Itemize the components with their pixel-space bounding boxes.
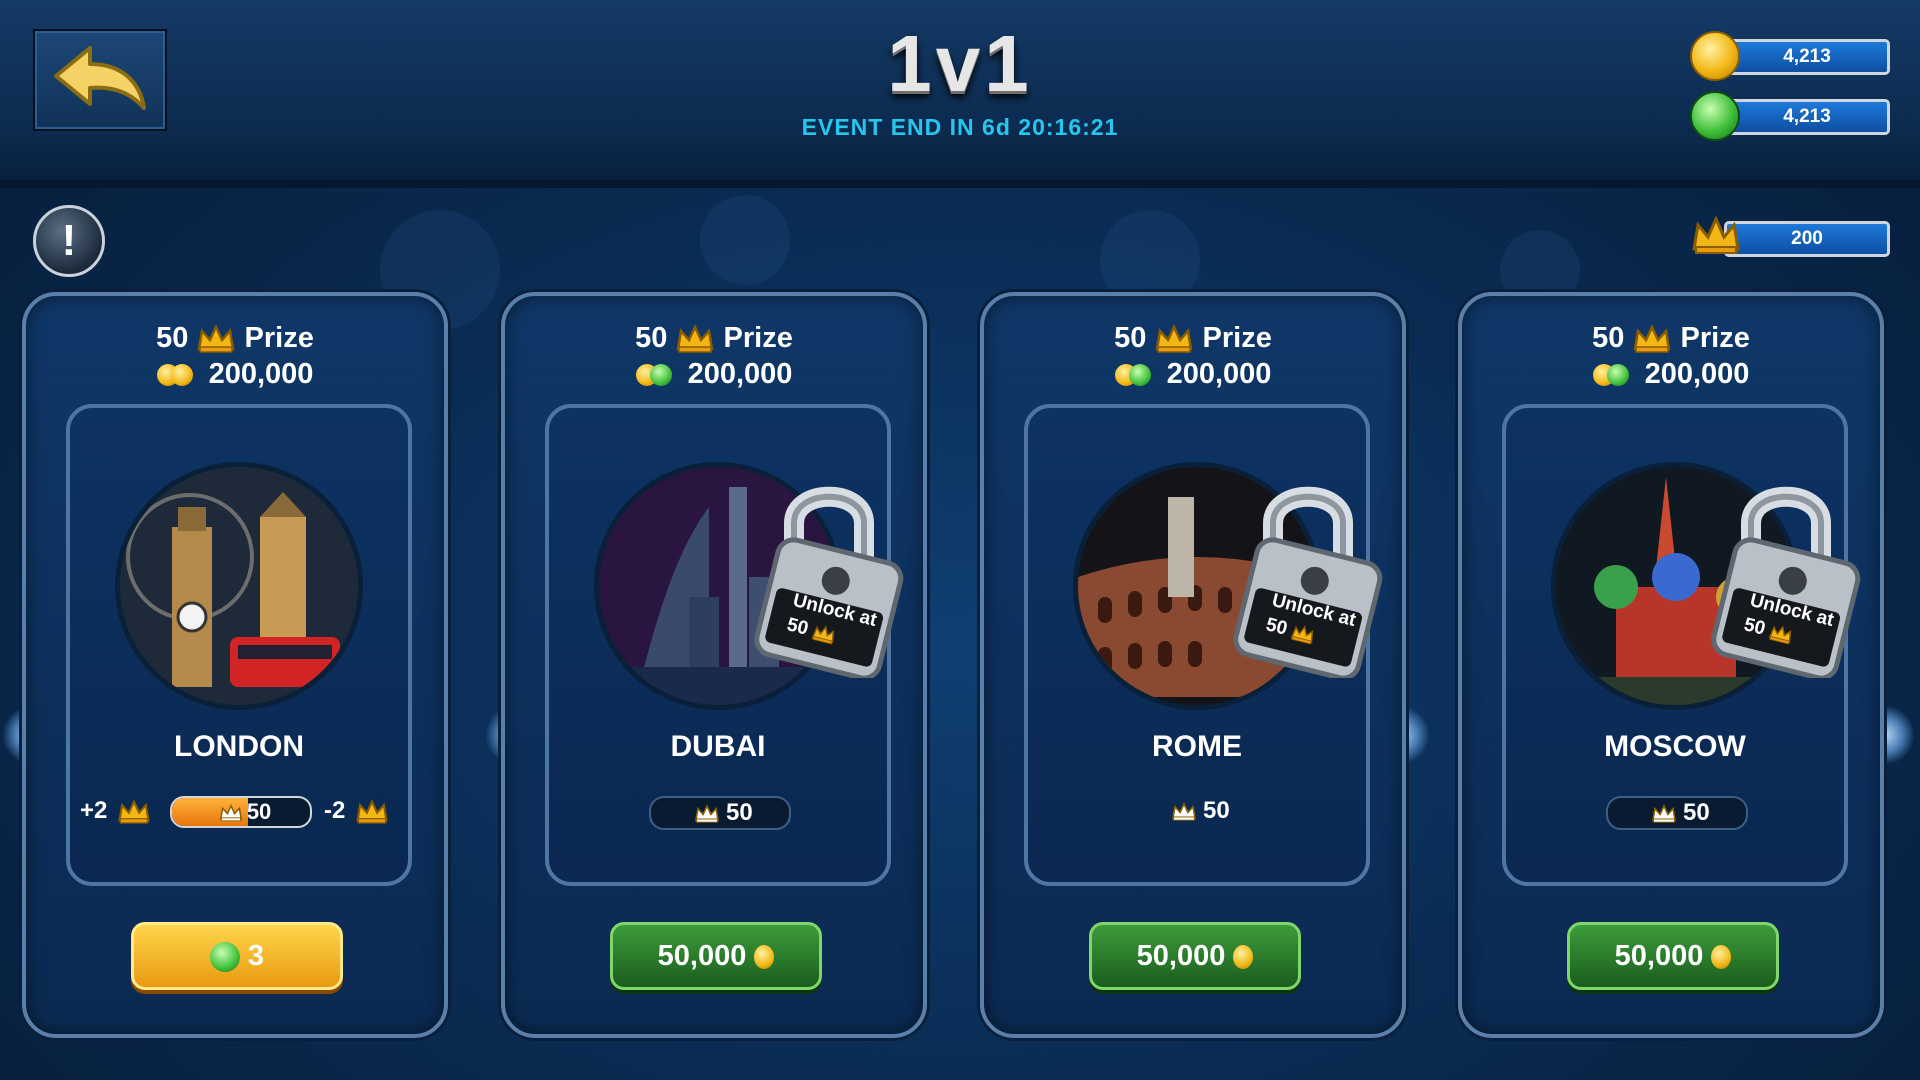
event-card-moscow[interactable]: 50 Prize 200,000 MOSCOW Unlock at 50 50 … bbox=[1458, 292, 1884, 1038]
crown-loss-value: -2 bbox=[324, 797, 346, 824]
city-name: MOSCOW bbox=[1604, 730, 1746, 763]
event-timer: EVENT END IN 6d 20:16:21 bbox=[801, 114, 1119, 140]
crown-icon bbox=[117, 798, 151, 824]
event-card-london[interactable]: 50 Prize 200,000 LONDON +2 50 -2 3 bbox=[22, 292, 448, 1038]
crown-icon bbox=[694, 803, 720, 823]
prize-crowns-row: 50 Prize bbox=[1462, 322, 1880, 355]
coins-icon bbox=[635, 363, 672, 387]
prize-amount-row: 200,000 bbox=[1462, 358, 1880, 391]
exclamation-icon: ! bbox=[61, 216, 77, 265]
prize-label: Prize bbox=[1202, 322, 1272, 354]
padlock-icon: Unlock at 50 bbox=[1711, 468, 1861, 681]
coin-icon bbox=[1233, 945, 1254, 970]
crown-requirement-value: 50 bbox=[1202, 797, 1230, 824]
prize-amount: 200,000 bbox=[1644, 358, 1750, 390]
prize-label: Prize bbox=[723, 322, 793, 354]
unlock-value: 50 bbox=[1263, 614, 1290, 640]
crown-requirement-value: 50 bbox=[725, 799, 753, 826]
crown-gain: +2 bbox=[80, 796, 154, 827]
coin-icon bbox=[754, 945, 775, 970]
info-button[interactable]: ! bbox=[33, 205, 105, 277]
coin-balance[interactable]: 4,213 bbox=[1690, 31, 1890, 81]
crown-requirement-value: 50 bbox=[1682, 799, 1710, 826]
coin-balance-value: 4,213 bbox=[1724, 39, 1890, 75]
play-button-cost: 50,000 bbox=[1614, 940, 1704, 972]
city-name: ROME bbox=[1152, 730, 1242, 763]
crown-requirement: 50 bbox=[649, 796, 791, 830]
play-button-cost: 3 bbox=[247, 940, 265, 972]
prize-crowns-row: 50 Prize bbox=[984, 322, 1402, 355]
city-name: LONDON bbox=[174, 730, 304, 763]
prize-amount-row: 200,000 bbox=[26, 358, 444, 391]
prize-crowns: 50 bbox=[635, 322, 668, 354]
crown-icon bbox=[1651, 803, 1677, 823]
coins-icon bbox=[1114, 363, 1151, 387]
page-title: 1v1 bbox=[887, 19, 1033, 108]
city-panel: DUBAI Unlock at 50 50 bbox=[545, 404, 904, 886]
crown-icon bbox=[675, 322, 715, 354]
coins-icon bbox=[156, 363, 193, 387]
city-panel: MOSCOW Unlock at 50 50 bbox=[1502, 404, 1861, 886]
padlock-icon: Unlock at 50 bbox=[754, 468, 904, 681]
coin-icon bbox=[1711, 945, 1732, 970]
crown-icon bbox=[1171, 801, 1197, 821]
prize-crowns: 50 bbox=[1114, 322, 1147, 354]
gem-balance-value: 4,213 bbox=[1724, 99, 1890, 135]
prize-amount: 200,000 bbox=[1166, 358, 1272, 390]
background-bokeh bbox=[700, 195, 790, 285]
prize-crowns: 50 bbox=[1592, 322, 1625, 354]
event-card-dubai[interactable]: 50 Prize 200,000 DUBAI Unlock at 50 50 5… bbox=[501, 292, 927, 1038]
crown-icon bbox=[1290, 623, 1318, 646]
crown-icon bbox=[811, 623, 839, 646]
prize-crowns: 50 bbox=[156, 322, 189, 354]
prize-label: Prize bbox=[1680, 322, 1750, 354]
play-button[interactable]: 50,000 bbox=[610, 922, 822, 990]
crown-balance-value: 200 bbox=[1724, 221, 1890, 257]
play-button[interactable]: 50,000 bbox=[1567, 922, 1779, 990]
gem-balance[interactable]: 4,213 bbox=[1690, 91, 1890, 141]
play-button-cost: 50,000 bbox=[1136, 940, 1226, 972]
crown-icon bbox=[219, 804, 243, 822]
crown-icon bbox=[1768, 623, 1796, 646]
crown-icon bbox=[1154, 322, 1194, 354]
gem-icon bbox=[209, 942, 240, 973]
coin-icon bbox=[1690, 31, 1740, 81]
crown-gain-value: +2 bbox=[80, 797, 108, 824]
play-button[interactable]: 3 bbox=[131, 922, 343, 990]
coins-icon bbox=[1592, 363, 1629, 387]
crown-progress-bar: 50 bbox=[170, 796, 312, 828]
event-card-rome[interactable]: 50 Prize 200,000 ROME Unlock at 50 50 50… bbox=[980, 292, 1406, 1038]
crown-icon bbox=[196, 322, 236, 354]
crown-icon bbox=[355, 798, 389, 824]
crown-requirement: 50 bbox=[1128, 796, 1266, 826]
city-image bbox=[115, 462, 363, 710]
prize-amount-row: 200,000 bbox=[505, 358, 923, 391]
crown-requirement: 50 bbox=[1606, 796, 1748, 830]
play-button-cost: 50,000 bbox=[657, 940, 747, 972]
prize-amount-row: 200,000 bbox=[984, 358, 1402, 391]
prize-crowns-row: 50 Prize bbox=[505, 322, 923, 355]
crown-balance: 200 bbox=[1690, 213, 1890, 257]
gem-icon bbox=[1690, 91, 1740, 141]
crown-icon bbox=[1690, 213, 1740, 259]
city-panel: ROME Unlock at 50 50 bbox=[1024, 404, 1383, 886]
prize-crowns-row: 50 Prize bbox=[26, 322, 444, 355]
crown-loss: -2 bbox=[324, 796, 392, 827]
padlock-icon: Unlock at 50 bbox=[1233, 468, 1383, 681]
city-name: DUBAI bbox=[670, 730, 766, 763]
city-panel: LONDON +2 50 -2 bbox=[66, 404, 412, 886]
prize-amount: 200,000 bbox=[687, 358, 793, 390]
prize-label: Prize bbox=[244, 322, 314, 354]
crown-icon bbox=[1632, 322, 1672, 354]
unlock-value: 50 bbox=[784, 614, 811, 640]
unlock-value: 50 bbox=[1741, 614, 1768, 640]
prize-amount: 200,000 bbox=[208, 358, 314, 390]
crown-progress-value: 50 bbox=[246, 799, 272, 824]
play-button[interactable]: 50,000 bbox=[1089, 922, 1301, 990]
